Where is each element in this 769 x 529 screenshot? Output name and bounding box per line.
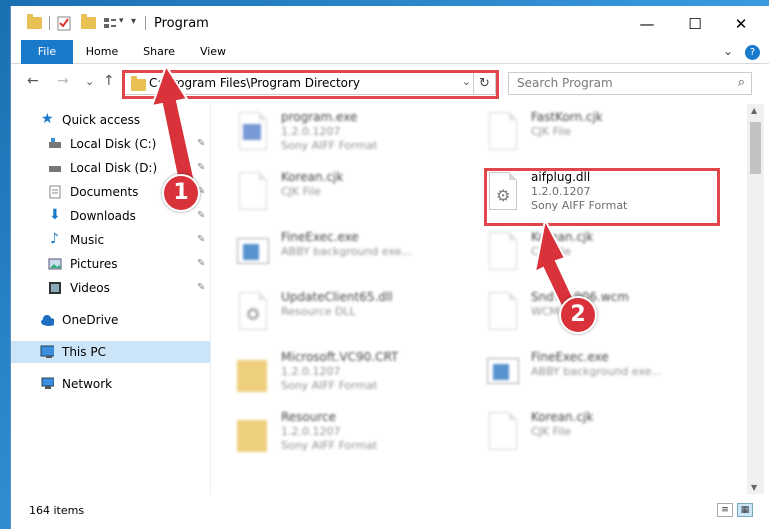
arrow-1-icon — [150, 63, 197, 188]
callout-2: 2 — [559, 296, 597, 334]
callout-1: 1 — [162, 174, 200, 212]
annotation-arrows — [150, 63, 579, 314]
explorer-window: ▾ ▾ Program — ☐ ✕ File Home Share View ⌄… — [10, 6, 769, 529]
